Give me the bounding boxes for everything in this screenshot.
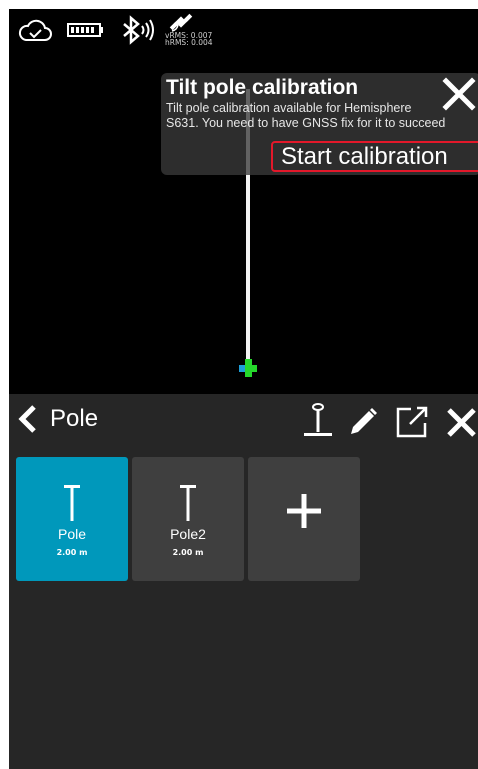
toast-message: Tilt pole calibration available for Hemi… [166,101,446,130]
rms-readout: vRMS: 0.007 hRMS: 0.004 [165,32,213,47]
pole-tile[interactable]: Pole 2.00 m [16,457,128,581]
close-icon[interactable] [442,77,476,111]
position-marker-icon [239,359,257,377]
hrms-value: hRMS: 0.004 [165,38,213,47]
calibration-toast: Tilt pole calibration Tilt pole calibrat… [161,73,478,175]
tile-name: Pole2 [170,526,206,542]
bluetooth-icon [123,15,154,45]
pole-icon [64,485,80,521]
satellite-icon [169,13,193,32]
battery-icon [67,23,103,37]
app-screen: vRMS: 0.007 hRMS: 0.004 Tilt pole calibr… [9,9,478,769]
map-view[interactable]: vRMS: 0.007 hRMS: 0.004 Tilt pole calibr… [9,9,478,394]
tile-height: 2.00 m [56,548,88,557]
start-calibration-button[interactable]: Start calibration [271,141,478,172]
panel-title: Pole [50,405,99,432]
open-external-icon[interactable] [395,405,429,439]
tile-height: 2.00 m [172,548,204,557]
pole-tiles: Pole 2.00 m Pole2 2.00 m [16,457,476,582]
tile-name: Pole [57,526,87,542]
pole-icon [180,485,196,521]
cloud-check-icon [18,19,52,41]
plus-icon [287,494,321,528]
close-icon[interactable] [445,406,478,439]
panel-header: Pole [9,394,478,444]
pole-icon[interactable] [302,402,334,438]
pencil-icon[interactable] [347,406,379,438]
back-chevron-icon[interactable] [14,404,42,434]
toast-title: Tilt pole calibration [166,76,359,99]
pole-panel: Pole Pole 2.00 m Pole2 2.00 m [9,394,478,769]
pole-tile[interactable]: Pole2 2.00 m [132,457,244,581]
status-bar: vRMS: 0.007 hRMS: 0.004 [9,9,478,51]
add-pole-button[interactable] [248,457,360,581]
